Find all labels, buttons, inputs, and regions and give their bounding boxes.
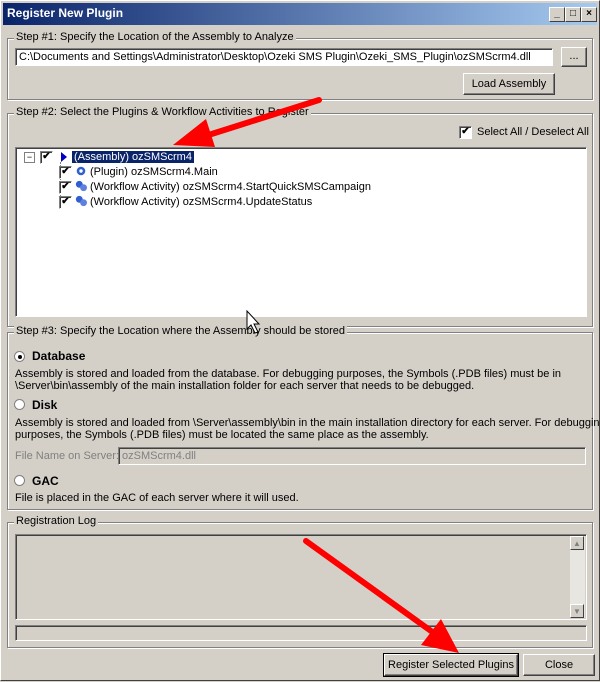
log-scrollbar[interactable]: ▲ ▼	[570, 536, 585, 618]
step3-legend: Step #3: Specify the Location where the …	[14, 325, 347, 337]
database-radio[interactable]	[14, 351, 25, 362]
tree-collapse-toggle[interactable]: −	[24, 152, 35, 163]
file-name-label: File Name on Server:	[15, 450, 119, 462]
disk-description-1: Assembly is stored and loaded from \Serv…	[15, 417, 600, 429]
workflow-campaign-checkbox[interactable]: ✔	[59, 181, 72, 194]
scroll-up-icon[interactable]: ▲	[570, 536, 584, 550]
database-description-2: \Server\bin\assembly of the main install…	[15, 380, 475, 392]
title-bar[interactable]: Register New Plugin _ □ ×	[3, 3, 597, 25]
file-name-input[interactable]: ozSMScrm4.dll	[118, 447, 586, 465]
load-assembly-button[interactable]: Load Assembly	[463, 73, 555, 95]
gac-label: GAC	[32, 474, 59, 488]
window-title: Register New Plugin	[7, 6, 124, 20]
register-button-label: Register Selected Plugins	[388, 659, 514, 671]
gac-radio[interactable]	[14, 475, 25, 486]
database-description-1: Assembly is stored and loaded from the d…	[15, 368, 562, 380]
step2-legend: Step #2: Select the Plugins & Workflow A…	[14, 106, 311, 118]
registration-log-output[interactable]	[15, 534, 587, 620]
disk-radio[interactable]	[14, 399, 25, 410]
tree-node-root-label: (Assembly) ozSMScrm4	[72, 151, 194, 163]
tree-node-root[interactable]: (Assembly) ozSMScrm4	[72, 150, 194, 164]
disk-label: Disk	[32, 398, 58, 412]
workflow-status-checkbox[interactable]: ✔	[59, 196, 72, 209]
step1-legend: Step #1: Specify the Location of the Ass…	[14, 31, 296, 43]
registration-log-legend: Registration Log	[14, 515, 99, 527]
plugin-tree: − ✔ (Assembly) ozSMScrm4 ✔ (Plugin) ozSM…	[15, 147, 587, 317]
gac-description: File is placed in the GAC of each server…	[15, 492, 299, 504]
assembly-arrow-icon	[61, 152, 67, 162]
tree-node-plugin-main[interactable]: (Plugin) ozSMScrm4.Main	[90, 165, 218, 179]
register-plugin-window: Register New Plugin _ □ × Step #1: Speci…	[0, 0, 600, 681]
gear-icon	[76, 166, 86, 176]
workflow-icon	[75, 180, 87, 192]
browse-button[interactable]: ...	[561, 47, 587, 67]
register-selected-plugins-button[interactable]: Register Selected Plugins	[383, 653, 519, 677]
registration-progress-bar	[15, 625, 587, 641]
root-checkbox[interactable]: ✔	[40, 151, 53, 164]
database-label: Database	[32, 349, 86, 363]
assembly-path-input[interactable]: C:\Documents and Settings\Administrator\…	[15, 48, 553, 66]
plugin-main-checkbox[interactable]: ✔	[59, 166, 72, 179]
scroll-down-icon[interactable]: ▼	[570, 604, 584, 618]
workflow-icon	[75, 195, 87, 207]
disk-description-2: purposes, the Symbols (.PDB files) must …	[15, 429, 429, 441]
maximize-button[interactable]: □	[565, 7, 581, 22]
select-all-label: Select All / Deselect All	[477, 126, 589, 138]
tree-node-workflow-status[interactable]: (Workflow Activity) ozSMScrm4.UpdateStat…	[90, 195, 312, 209]
close-button[interactable]: Close	[523, 654, 595, 676]
tree-node-workflow-campaign[interactable]: (Workflow Activity) ozSMScrm4.StartQuick…	[90, 180, 371, 194]
close-window-button[interactable]: ×	[581, 7, 597, 22]
minimize-button[interactable]: _	[549, 7, 565, 22]
select-all-checkbox[interactable]: ✔	[459, 126, 472, 139]
